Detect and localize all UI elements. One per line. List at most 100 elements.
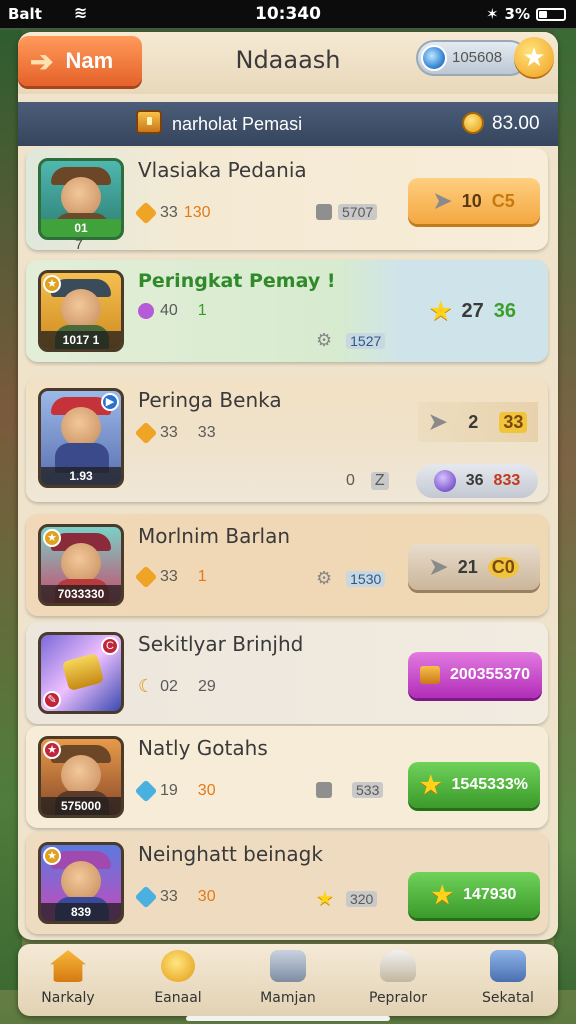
reward-value: 27: [461, 299, 484, 322]
reward-value: 10: [461, 190, 482, 211]
leaderboard-row[interactable]: 1017 1 ★ Peringkat Pemay ! 40 1 ⚙ 1527 ★…: [26, 260, 548, 362]
reward-value: 147930: [463, 886, 517, 903]
anvil-icon: [61, 652, 105, 692]
paper-plane-icon: ➤: [433, 188, 452, 213]
player-name: Natly Gotahs: [138, 736, 268, 760]
stat-value: 29: [197, 677, 216, 695]
star-button[interactable]: ★: [514, 37, 554, 77]
stat-value-highlight: 30: [197, 782, 216, 799]
leaderboard-header: narholat Pemasi 83.00: [18, 102, 558, 146]
leaderboard-row[interactable]: C ✎ Sekitlyar Brinjhd ☾ 02 29 200355370: [26, 622, 548, 724]
gem-counter[interactable]: 105608: [416, 40, 528, 76]
stat-group: ☾ 02 29: [138, 676, 216, 697]
nav-item-coins[interactable]: Eanaal: [128, 950, 228, 1012]
stat-value: 1527: [346, 332, 386, 349]
leaderboard-row[interactable]: 7033330 ★ Morlnim Barlan 33 1 ⚙ 1530 ➤ 2…: [26, 514, 548, 616]
coin-total: 83.00: [492, 113, 540, 134]
player-name: Vlasiaka Pedania: [138, 158, 307, 182]
reward-suffix: 833: [493, 472, 521, 489]
chest-icon: [419, 666, 440, 684]
stat-value: 5707: [338, 204, 378, 220]
reward-value: 1545333%: [451, 776, 529, 793]
status-bar: Balt ≋ 10:340 ✶ 3%: [0, 0, 576, 28]
stat-value-highlight: 130: [183, 204, 211, 221]
face-shape: [61, 861, 101, 901]
stat-group: 5707: [316, 204, 378, 220]
paper-plane-icon: ➤: [429, 554, 448, 579]
stat-value: 33: [160, 568, 178, 585]
nav-label: Sekatal: [482, 990, 534, 1006]
back-label: Nam: [65, 48, 114, 73]
reward-button[interactable]: ➤ 10 C5: [408, 178, 540, 224]
leaderboard-row[interactable]: 1.93 ▶ Peringa Benka 33 33 ➤ 2 33 0 Z 36…: [26, 378, 548, 502]
stat-value: 320: [345, 890, 378, 907]
stat-value: 33: [160, 204, 178, 221]
diamond-icon: [134, 885, 158, 909]
avatar-caption: 1017 1: [41, 331, 121, 349]
face-shape: [61, 407, 101, 447]
reward-button-secondary[interactable]: 36 833: [416, 464, 538, 498]
player-avatar: 1.93 ▶: [38, 388, 124, 488]
nav-item-play[interactable]: Mamjan: [238, 950, 338, 1012]
avatar-caption: 1.93: [41, 467, 121, 485]
gear-icon: ⚙: [316, 568, 333, 588]
badge-icon: ★: [43, 741, 61, 759]
avatar-caption: 01: [41, 219, 121, 237]
face-shape: [61, 755, 101, 795]
home-indicator[interactable]: [186, 1016, 390, 1021]
nav-label: Eanaal: [154, 990, 202, 1006]
chest-icon: [136, 110, 162, 134]
paper-plane-icon: ➤: [428, 409, 448, 434]
reward-bar[interactable]: ➤ 2 33: [418, 402, 538, 442]
badge-icon: C: [101, 637, 119, 655]
page-title: Ndaaash: [235, 46, 341, 74]
shop-icon: [380, 950, 416, 982]
player-avatar: 7033330 ★: [38, 524, 124, 606]
star-icon: ★: [419, 771, 442, 799]
gem-icon: [421, 45, 447, 71]
stat-group: 33 130: [134, 201, 211, 225]
face-shape: [61, 543, 101, 583]
nav-item-shop[interactable]: Pepralor: [348, 950, 448, 1012]
badge-icon: ★: [43, 847, 61, 865]
diamond-icon: [134, 779, 158, 803]
stat-value: 33: [160, 424, 178, 441]
nav-item-home[interactable]: Narkaly: [18, 950, 118, 1012]
reward-button[interactable]: 200355370: [408, 652, 542, 698]
stat-group: 33 33: [134, 421, 216, 445]
nav-item-social[interactable]: Sekatal: [458, 950, 558, 1012]
reward-button[interactable]: ★ 147930: [408, 872, 540, 918]
reward-value: 36: [465, 472, 484, 489]
stat-group: 33 1: [134, 565, 207, 589]
leaderboard-row[interactable]: 839 ★ Neinghatt beinagk 33 30 ★ 320 ★ 14…: [26, 832, 548, 934]
reward-button[interactable]: ➤ 21 C0: [408, 544, 540, 590]
stat-value: 33: [160, 888, 178, 905]
reward-suffix: C0: [487, 556, 519, 578]
leaderboard-panel: ➔ Nam Ndaaash 105608 ★ narholat Pemasi 8…: [18, 32, 558, 940]
arrow-left-icon: ➔: [30, 45, 54, 77]
leaderboard-row[interactable]: 01 7 Vlasiaka Pedania 33 130 5707 ➤ 10 C…: [26, 148, 548, 250]
face-shape: [61, 177, 101, 217]
hexagon-icon: [134, 201, 158, 225]
face-shape: [61, 289, 101, 329]
gear-icon: ⚙: [316, 330, 333, 350]
leaderboard-row[interactable]: 575000 ★ Natly Gotahs 19 30 533 ★ 154533…: [26, 726, 548, 828]
reward-suffix: C5: [491, 190, 515, 211]
badge-icon: ▶: [101, 393, 119, 411]
reward-button[interactable]: ★ 1545333%: [408, 762, 540, 808]
cube-icon: [316, 204, 332, 220]
stat-group: 0 Z: [346, 472, 389, 490]
cube-icon: [316, 782, 332, 798]
stat-value: 02: [160, 677, 178, 695]
house-icon: [50, 950, 86, 982]
star-icon: ★: [431, 881, 454, 909]
reward-suffix: 36: [493, 299, 516, 322]
bottom-nav: Narkaly Eanaal Mamjan Pepralor Sekatal: [18, 944, 558, 1016]
battery-percent: 3%: [504, 5, 530, 23]
stat-group: 40 1: [138, 302, 207, 320]
back-button[interactable]: ➔ Nam: [18, 36, 142, 86]
stat-group: 533: [316, 782, 384, 798]
player-avatar: 839 ★: [38, 842, 124, 924]
reward-panel[interactable]: ★ 27 36: [398, 260, 548, 362]
star-icon: ★: [316, 888, 334, 910]
